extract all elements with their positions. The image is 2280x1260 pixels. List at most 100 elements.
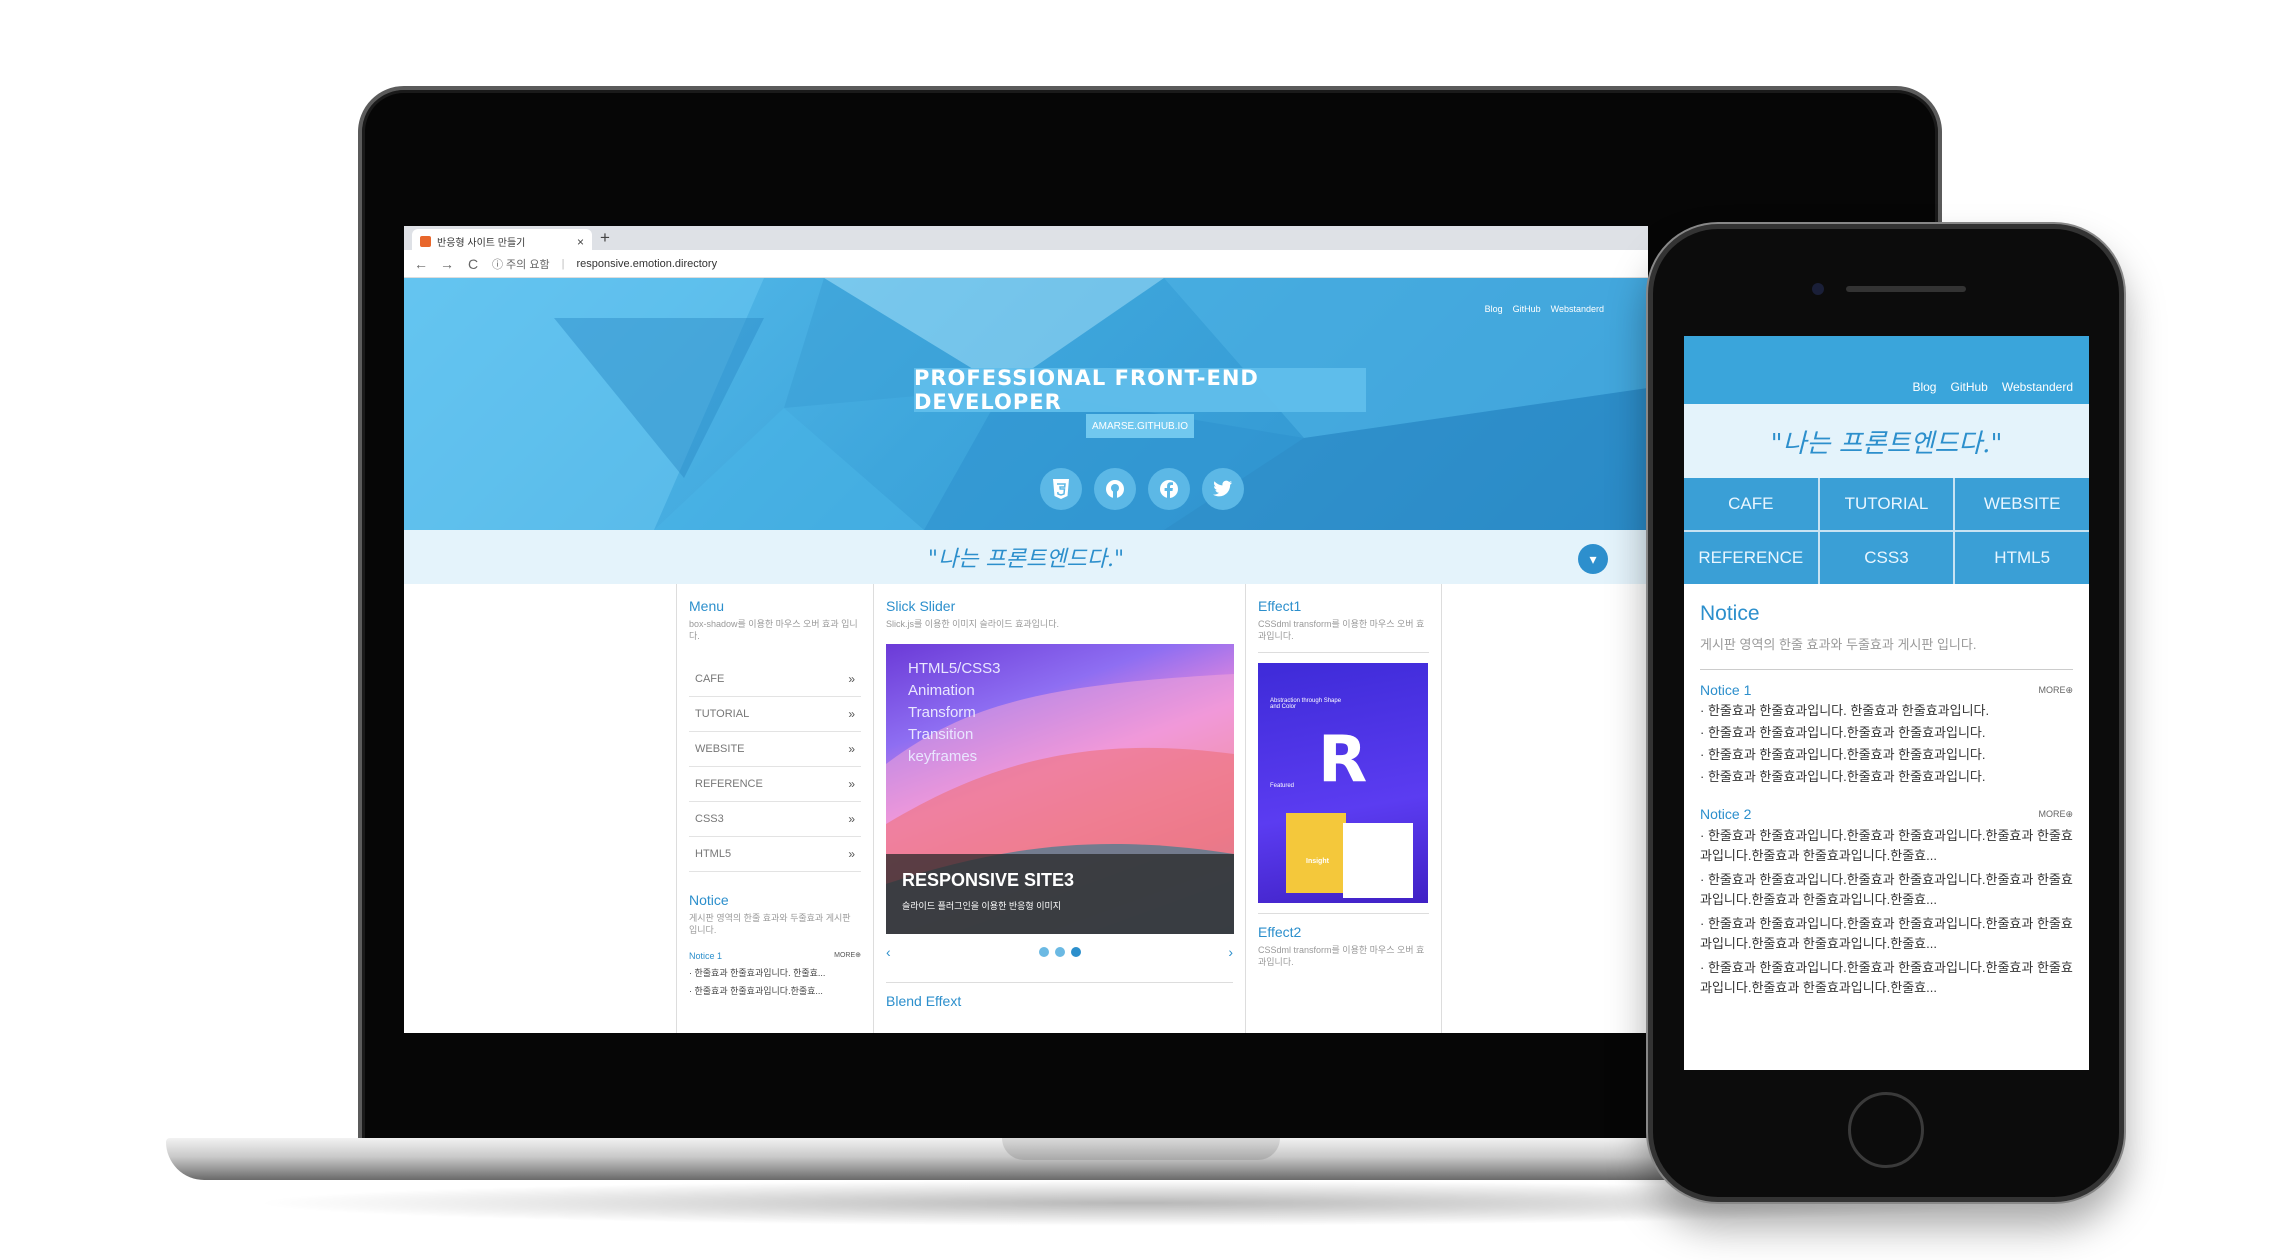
phone-notice-section: Notice 게시판 영역의 한줄 효과와 두줄효과 게시판 입니다. Noti…	[1684, 584, 2089, 1016]
phone-speaker	[1846, 286, 1966, 292]
phone-link-github[interactable]: GitHub	[1950, 380, 1987, 394]
slider-dots	[1038, 947, 1081, 958]
phone-notice1-title[interactable]: Notice 1	[1700, 682, 1751, 698]
facebook-icon[interactable]	[1148, 468, 1190, 510]
menu-item-website[interactable]: WEBSITE »	[689, 732, 861, 768]
phone-notice1-header: Notice 1 MORE⊕	[1700, 682, 2073, 698]
prev-arrow-icon[interactable]: ‹	[886, 944, 891, 960]
notice-1-title[interactable]: Notice 1	[689, 951, 722, 961]
hero-title: PROFESSIONAL FRONT-END DEVELOPER	[914, 366, 1366, 414]
effect1-desc: CSSdml transform를 이용한 마우스 오버 효과입니다.	[1258, 619, 1425, 642]
list-item[interactable]: · 한줄효과 한줄효과입니다.한줄효과 한줄효과입니다.한줄효과 한줄효과입니다…	[1700, 958, 2073, 998]
slider-column: Slick Slider Slick.js를 이용한 이미지 슬라이드 효과입니…	[874, 584, 1246, 1033]
slider-image[interactable]: HTML5/CSS3 Animation Transform Transitio…	[886, 644, 1234, 935]
content-area: Menu box-shadow를 이용한 마우스 오버 효과 입니다. CAFE…	[404, 584, 1648, 1033]
effect2-desc: CSSdml transform를 이용한 마우스 오버 효과입니다.	[1258, 945, 1425, 968]
menu-item-label: CAFE	[695, 673, 725, 686]
more-button[interactable]: MORE⊕	[2038, 685, 2073, 696]
menu-item-reference[interactable]: REFERENCE »	[689, 767, 861, 803]
more-button[interactable]: MORE⊕	[2038, 809, 2073, 820]
social-icons	[1040, 468, 1244, 510]
reload-button[interactable]: C	[466, 256, 480, 272]
phone-links: Blog GitHub Webstanderd	[1912, 380, 2073, 394]
slider-nav: ‹ ›	[886, 944, 1233, 960]
slider-dot[interactable]	[1038, 947, 1049, 958]
list-item[interactable]: · 한줄효과 한줄효과입니다. 한줄효과 한줄효과입니다.	[1700, 702, 2073, 720]
security-label[interactable]: ⓘ 주의 요함	[492, 256, 550, 272]
forward-button[interactable]: →	[440, 256, 454, 272]
address-bar[interactable]: responsive.emotion.directory	[576, 258, 717, 270]
phone-menu-tutorial[interactable]: TUTORIAL	[1819, 478, 1954, 530]
list-item[interactable]: · 한줄효과 한줄효과입니다.한줄효과 한줄효과입니다.한줄효과 한줄효과입니다…	[1700, 914, 2073, 954]
phone-screen: Blog GitHub Webstanderd "나는 프론트엔드다." CAF…	[1684, 336, 2089, 1070]
list-item[interactable]: · 한줄효과 한줄효과입니다.한줄효과 한줄효과입니다.한줄효과 한줄효과입니다…	[1700, 826, 2073, 866]
phone-notice2-header: Notice 2 MORE⊕	[1700, 806, 2073, 822]
phone-menu-website[interactable]: WEBSITE	[1955, 478, 2089, 530]
double-chevron-right-icon: »	[848, 812, 855, 827]
slider-text-line: HTML5/CSS3	[908, 660, 1001, 678]
tab-close-icon[interactable]: ×	[577, 235, 584, 249]
list-item[interactable]: · 한줄효과 한줄효과입니다.한줄효과 한줄효과입니다.한줄효과 한줄효과입니다…	[1700, 870, 2073, 910]
hero-subtitle[interactable]: AMARSE.GITHUB.IO	[1086, 414, 1194, 438]
slider-dot-active[interactable]	[1070, 947, 1081, 958]
browser-tabbar: 반응형 사이트 만들기 × +	[404, 226, 1648, 250]
menu-desc: box-shadow를 이용한 마우스 오버 효과 입니다.	[689, 619, 858, 642]
phone-menu-css3[interactable]: CSS3	[1819, 532, 1954, 584]
more-button[interactable]: MORE⊕	[834, 951, 861, 961]
slogan-bar: "나는 프론트엔드다." ▾	[404, 530, 1648, 584]
menu-item-html5[interactable]: HTML5 »	[689, 837, 861, 873]
menu-item-label: TUTORIAL	[695, 708, 750, 721]
back-button[interactable]: ←	[414, 256, 428, 272]
twitter-icon[interactable]	[1202, 468, 1244, 510]
chevron-down-icon[interactable]: ▾	[1578, 544, 1608, 574]
phone-header: Blog GitHub Webstanderd	[1684, 336, 2089, 404]
notice-desc: 게시판 영역의 한줄 효과와 두줄효과 게시판 입니다.	[689, 913, 851, 936]
menu-item-tutorial[interactable]: TUTORIAL »	[689, 697, 861, 733]
link-github[interactable]: GitHub	[1513, 304, 1541, 314]
github-icon[interactable]	[1094, 468, 1136, 510]
phone-link-webstanderd[interactable]: Webstanderd	[2002, 380, 2073, 394]
link-blog[interactable]: Blog	[1485, 304, 1503, 314]
divider	[1700, 669, 2073, 670]
slider-text-line: Transform	[908, 704, 976, 722]
effect1-image[interactable]: Abstraction through Shape and Color R Fe…	[1258, 663, 1428, 904]
effect-image-text: Abstraction through Shape and Color	[1270, 698, 1342, 711]
slider-desc: Slick.js를 이용한 이미지 슬라이드 효과입니다.	[886, 619, 1059, 629]
notice-line[interactable]: · 한줄효과 한줄효과입니다.한줄효...	[689, 984, 861, 997]
effect-image-logo: R	[1318, 723, 1368, 798]
slider-dot[interactable]	[1054, 947, 1065, 958]
double-chevron-right-icon: »	[848, 707, 855, 722]
slider-text: HTML5/CSS3 Animation Transform Transitio…	[908, 658, 1001, 768]
list-item[interactable]: · 한줄효과 한줄효과입니다.한줄효과 한줄효과입니다.	[1700, 746, 2073, 764]
divider	[1258, 652, 1429, 654]
phone-menu-cafe[interactable]: CAFE	[1684, 478, 1818, 530]
effect-image-card	[1286, 813, 1346, 894]
phone-home-button[interactable]	[1848, 1092, 1924, 1168]
phone-notice2-title[interactable]: Notice 2	[1700, 806, 1751, 822]
notice-1-header: Notice 1 MORE⊕	[689, 951, 861, 961]
next-arrow-icon[interactable]: ›	[1228, 944, 1233, 960]
menu-item-css3[interactable]: CSS3 »	[689, 802, 861, 838]
notice-line[interactable]: · 한줄효과 한줄효과입니다. 한줄효...	[689, 966, 861, 979]
menu-item-cafe[interactable]: CAFE »	[689, 662, 861, 698]
menu-title: Menu	[689, 598, 725, 614]
menu-item-label: REFERENCE	[695, 778, 763, 791]
list-item[interactable]: · 한줄효과 한줄효과입니다.한줄효과 한줄효과입니다.	[1700, 724, 2073, 742]
phone-menu-reference[interactable]: REFERENCE	[1684, 532, 1818, 584]
slogan-text: "나는 프론트엔드다."	[927, 547, 1125, 572]
menu-list: CAFE » TUTORIAL » WEBSITE » REFERENCE » CSS3…	[689, 662, 861, 873]
slider-caption-sub: 슬라이드 플러그인을 이용한 반응형 이미지	[902, 901, 1062, 912]
new-tab-button[interactable]: +	[600, 228, 610, 248]
site-hero: Blog GitHub Webstanderd PROFESSIONAL FRO…	[404, 278, 1648, 530]
html5-icon[interactable]	[1040, 468, 1082, 510]
slider-text-line: keyframes	[908, 748, 978, 766]
slider-title: Slick Slider	[886, 598, 956, 614]
phone-link-blog[interactable]: Blog	[1912, 380, 1936, 394]
browser-tab[interactable]: 반응형 사이트 만들기 ×	[412, 229, 592, 250]
link-webstanderd[interactable]: Webstanderd	[1551, 304, 1604, 314]
list-item[interactable]: · 한줄효과 한줄효과입니다.한줄효과 한줄효과입니다.	[1700, 768, 2073, 786]
effect-image-insight: Insight	[1306, 858, 1329, 866]
slider-text-line: Transition	[908, 726, 974, 744]
phone-menu-html5[interactable]: HTML5	[1955, 532, 2089, 584]
double-chevron-right-icon: »	[848, 672, 855, 687]
